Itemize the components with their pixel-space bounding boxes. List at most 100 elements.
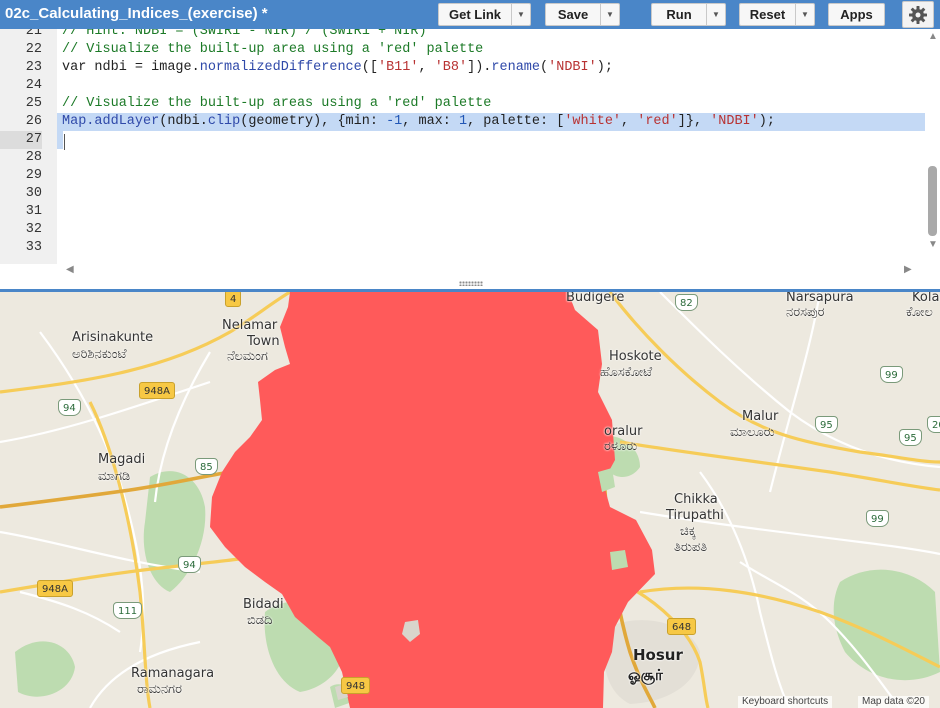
place-label: ರಾಮನಗರ [137, 682, 182, 697]
map-basemap [0, 292, 940, 708]
code-token: var ndbi = image. [62, 60, 200, 75]
map-view[interactable]: Arisinakunte ಅರಿಶಿನಕುಂಟೆ Nelamar Town ನೆ… [0, 292, 940, 708]
reset-label: Reset [749, 7, 786, 22]
highway-shield: 4 [225, 292, 242, 307]
code-token: (geometry), {min: [240, 114, 387, 129]
code-token-string: 'NDBI' [548, 60, 597, 75]
highway-shield: 94 [58, 399, 81, 416]
code-line-22: // Visualize the built-up area using a '… [62, 42, 484, 57]
line-number: 23 [25, 60, 42, 75]
script-title[interactable]: 02c_Calculating_Indices_(exercise) * [5, 5, 268, 22]
settings-gear-icon[interactable] [902, 1, 934, 28]
code-line-26-selected: Map.addLayer(ndbi.clip(geometry), {min: … [57, 113, 927, 131]
vertical-scroll-thumb[interactable] [928, 166, 937, 236]
code-token: , max: [402, 114, 459, 129]
code-token: ([ [361, 60, 378, 75]
place-label: Hoskote [609, 349, 662, 364]
save-button[interactable]: Save ▼ [545, 3, 620, 26]
line-number: 30 [25, 186, 42, 201]
scroll-left-arrow-icon[interactable]: ◀ [66, 264, 74, 275]
line-number-active: 27 [0, 131, 42, 149]
code-line-23: var ndbi = image.normalizedDifference(['… [57, 59, 927, 77]
highway-shield: 948A [139, 382, 175, 399]
place-label: Ramanagara [131, 666, 215, 681]
code-token-string: 'red' [637, 114, 678, 129]
place-label: Tirupathi [666, 508, 724, 523]
place-label: ஓசூர் [628, 666, 663, 684]
apps-button[interactable]: Apps [828, 3, 885, 26]
place-label: Hosur [633, 646, 683, 664]
code-token: ( [540, 60, 549, 75]
run-dropdown-icon[interactable]: ▼ [706, 4, 725, 25]
get-link-button[interactable]: Get Link ▼ [438, 3, 531, 26]
scroll-down-arrow-icon[interactable]: ▼ [928, 239, 938, 250]
code-token: ); [596, 60, 613, 75]
place-label: ತಿರುಪತಿ [674, 540, 708, 555]
map-data-attribution[interactable]: Map data ©20 [858, 696, 929, 708]
place-label: ನರಸಪುರ [786, 305, 825, 320]
code-token: (ndbi. [159, 114, 208, 129]
highway-shield: 648 [667, 618, 697, 635]
panel-resize-grip[interactable] [459, 281, 483, 286]
keyboard-shortcuts-link[interactable]: Keyboard shortcuts [738, 696, 833, 708]
line-number: 32 [25, 222, 42, 237]
code-token-number: -1 [386, 114, 403, 129]
code-token-function: clip [207, 114, 241, 129]
place-label: ಅರಿಶಿನಕುಂಟೆ [72, 347, 127, 362]
line-number: 29 [25, 168, 42, 183]
place-label: Malur [742, 409, 779, 424]
code-token-string: 'NDBI' [710, 114, 759, 129]
selection-tail [57, 131, 63, 149]
line-number: 21 [25, 29, 42, 39]
place-label: Nelamar [222, 318, 278, 333]
code-line-25: // Visualize the built-up areas using a … [62, 96, 492, 111]
save-dropdown-icon[interactable]: ▼ [600, 4, 619, 25]
code-token-string: 'white' [564, 114, 622, 129]
highway-shield: 948A [37, 580, 73, 597]
get-link-label: Get Link [448, 7, 501, 22]
line-number: 33 [25, 240, 42, 255]
place-label: Budigere [566, 292, 625, 305]
scroll-up-arrow-icon[interactable]: ▲ [928, 31, 938, 42]
code-token-string: 'B11' [377, 60, 419, 75]
line-number: 24 [25, 78, 42, 93]
highway-shield: 95 [899, 429, 922, 446]
place-label: ನೆಲಮಂಗ [227, 349, 268, 364]
code-token: ]}, [677, 114, 711, 129]
code-token: , [621, 114, 638, 129]
reset-button[interactable]: Reset ▼ [739, 3, 815, 26]
line-number: 25 [25, 96, 42, 111]
code-token-number: 1 [458, 114, 468, 129]
highway-shield: 99 [866, 510, 889, 527]
highway-shield: 99 [880, 366, 903, 383]
line-number: 28 [25, 150, 42, 165]
highway-shield: 95 [815, 416, 838, 433]
highway-shield: 948 [341, 677, 371, 694]
code-token-function: normalizedDifference [199, 60, 362, 75]
place-label: ಹೊಸಕೋಟೆ [600, 365, 653, 380]
place-label: Kola [912, 292, 940, 305]
earth-engine-code-editor: 02c_Calculating_Indices_(exercise) * Get… [0, 0, 940, 708]
code-token: , palette: [ [467, 114, 565, 129]
place-label: Chikka [674, 492, 718, 507]
reset-dropdown-icon[interactable]: ▼ [795, 4, 814, 25]
highway-shield: 111 [113, 602, 143, 619]
horizontal-scrollbar[interactable] [57, 264, 925, 278]
code-line-21: // Hint: NDBI = (SWIR1 - NIR) / (SWIR1 +… [62, 29, 427, 39]
highway-shield: 82 [675, 294, 698, 311]
line-number: 26 [25, 114, 42, 129]
code-token: ); [758, 114, 775, 129]
highway-shield: 94 [178, 556, 201, 573]
place-label: Narsapura [786, 292, 854, 305]
code-token: , [418, 60, 435, 75]
code-editor[interactable]: 21 22 23 24 25 26 27 28 29 30 31 32 33 /… [0, 29, 940, 290]
run-button[interactable]: Run ▼ [651, 3, 726, 26]
get-link-dropdown-icon[interactable]: ▼ [511, 4, 530, 25]
place-label: ರಳೂರು [604, 439, 638, 454]
scroll-right-arrow-icon[interactable]: ▶ [904, 264, 912, 275]
code-token: ]). [467, 60, 492, 75]
run-label: Run [666, 7, 692, 22]
script-toolbar: 02c_Calculating_Indices_(exercise) * Get… [0, 0, 940, 29]
place-label: Town [247, 334, 280, 349]
place-label: ಬಿಡದಿ [247, 613, 273, 628]
